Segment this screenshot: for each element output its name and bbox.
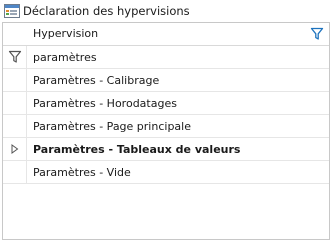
row-label: Paramètres - Tableaux de valeurs	[33, 143, 241, 156]
row-indicator	[3, 138, 27, 160]
title-bar: Déclaration des hypervisions	[0, 0, 332, 22]
hypervision-grid: Hypervision paramètres Paramètres - Cali…	[2, 22, 330, 240]
row-label: Paramètres - Calibrage	[33, 74, 160, 87]
filter-row[interactable]: paramètres	[3, 46, 329, 69]
row-indicator	[3, 69, 27, 91]
table-row[interactable]: Paramètres - Vide	[3, 161, 329, 184]
row-pointer-icon	[11, 144, 19, 154]
filter-icon	[8, 50, 22, 63]
grid-window-icon	[4, 4, 20, 18]
hypervision-window: Déclaration des hypervisions Hypervision…	[0, 0, 332, 242]
row-label: Paramètres - Vide	[33, 166, 131, 179]
row-label: Paramètres - Page principale	[33, 120, 191, 133]
window-title: Déclaration des hypervisions	[23, 4, 190, 18]
table-row[interactable]: Paramètres - Horodatages	[3, 92, 329, 115]
table-row[interactable]: Paramètres - Calibrage	[3, 69, 329, 92]
table-row[interactable]: Paramètres - Page principale	[3, 115, 329, 138]
filter-input[interactable]: paramètres	[33, 51, 97, 64]
row-indicator	[3, 161, 27, 183]
column-header-label: Hypervision	[33, 27, 99, 40]
table-row-selected[interactable]: Paramètres - Tableaux de valeurs	[3, 138, 329, 161]
row-indicator	[3, 115, 27, 137]
column-header-hypervision[interactable]: Hypervision	[3, 23, 329, 46]
row-indicator	[3, 92, 27, 114]
filter-row-indicator	[3, 46, 27, 68]
filter-icon[interactable]	[310, 27, 324, 41]
row-label: Paramètres - Horodatages	[33, 97, 177, 110]
